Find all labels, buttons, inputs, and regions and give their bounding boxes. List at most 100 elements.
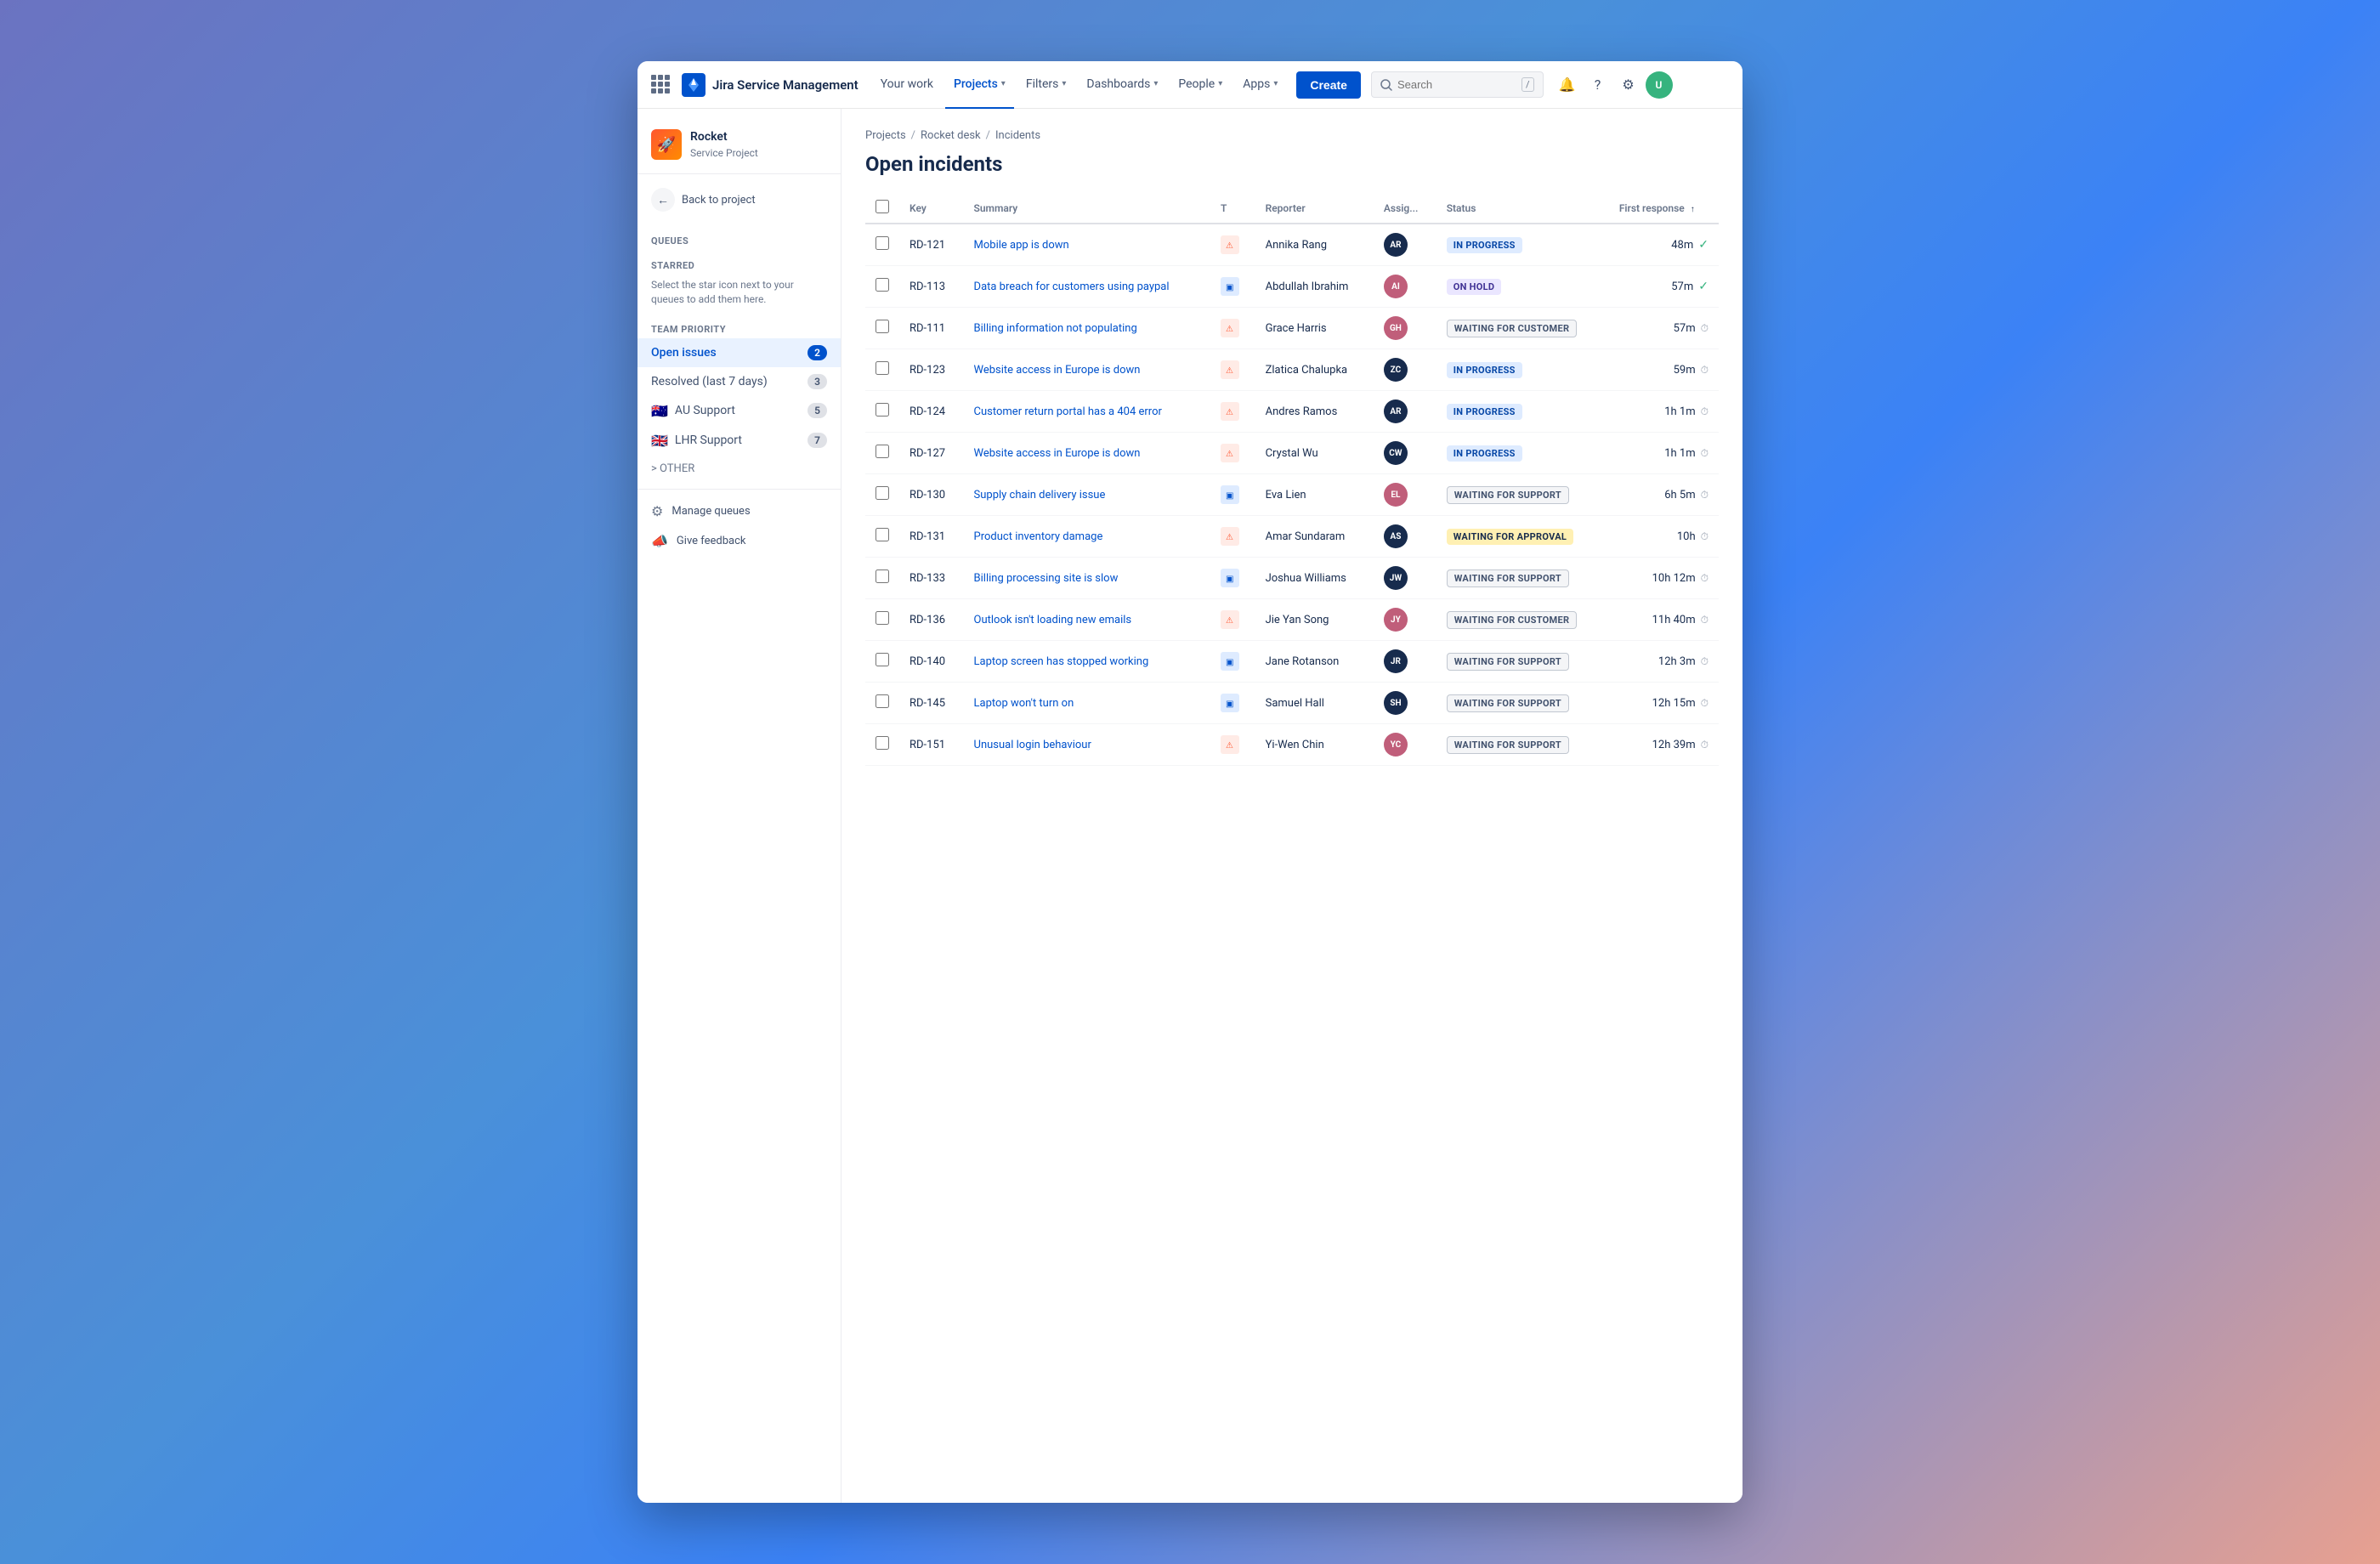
nav-filters[interactable]: Filters ▾ [1017, 61, 1075, 109]
project-type: Service Project [690, 147, 758, 159]
manage-queues-button[interactable]: ⚙ Manage queues [638, 496, 841, 526]
issue-reporter: Jane Rotanson [1255, 641, 1374, 683]
au-flag-icon: 🇦🇺 [651, 403, 668, 419]
time-value: 48m [1671, 239, 1693, 252]
issue-type-icon: ⚠ [1221, 360, 1239, 379]
row-checkbox[interactable] [876, 403, 889, 416]
search-shortcut: / [1522, 77, 1534, 92]
issue-reporter: Zlatica Chalupka [1255, 349, 1374, 391]
manage-queues-icon: ⚙ [651, 503, 663, 519]
time-cell: 12h 39m ⏱ [1619, 739, 1708, 751]
row-checkbox[interactable] [876, 736, 889, 750]
resolved-label: Resolved (last 7 days) [651, 375, 768, 388]
issue-type-icon: ⚠ [1221, 444, 1239, 462]
issue-key: RD-121 [899, 224, 964, 266]
row-checkbox[interactable] [876, 361, 889, 375]
nav-apps[interactable]: Apps ▾ [1234, 61, 1286, 109]
issue-type-icon: ⚠ [1221, 527, 1239, 546]
table-row: RD-151 Unusual login behaviour ⚠ Yi-Wen … [865, 724, 1719, 766]
col-reporter: Reporter [1255, 193, 1374, 224]
sidebar-item-au-support[interactable]: 🇦🇺 AU Support 5 [638, 396, 841, 426]
row-checkbox[interactable] [876, 528, 889, 541]
manage-queues-label: Manage queues [672, 505, 750, 518]
row-checkbox[interactable] [876, 236, 889, 250]
row-checkbox[interactable] [876, 320, 889, 333]
issue-summary-link[interactable]: Billing processing site is slow [974, 572, 1119, 585]
open-issues-badge: 2 [808, 345, 827, 360]
issue-summary-link[interactable]: Laptop screen has stopped working [974, 655, 1149, 668]
time-clock-icon: ⏱ [1701, 364, 1708, 377]
issue-summary-link[interactable]: Customer return portal has a 404 error [974, 405, 1162, 418]
sidebar-item-open-issues[interactable]: Open issues 2 [638, 338, 841, 367]
row-checkbox[interactable] [876, 611, 889, 625]
time-clock-icon: ⏱ [1701, 489, 1708, 502]
nav-projects[interactable]: Projects ▾ [945, 61, 1014, 109]
issue-summary-link[interactable]: Outlook isn't loading new emails [974, 614, 1132, 626]
row-checkbox[interactable] [876, 278, 889, 292]
nav-dashboards[interactable]: Dashboards ▾ [1078, 61, 1166, 109]
breadcrumb-rocket-desk[interactable]: Rocket desk [921, 129, 981, 142]
project-icon: 🚀 [651, 129, 682, 160]
sidebar-item-resolved[interactable]: Resolved (last 7 days) 3 [638, 367, 841, 396]
svg-text:⚠: ⚠ [1226, 408, 1233, 417]
select-all-checkbox[interactable] [876, 200, 889, 213]
nav-people[interactable]: People ▾ [1170, 61, 1231, 109]
col-first-response[interactable]: First response ↑ [1609, 193, 1719, 224]
issue-summary-link[interactable]: Supply chain delivery issue [974, 489, 1106, 502]
issue-summary-link[interactable]: Website access in Europe is down [974, 447, 1141, 460]
project-header: 🚀 Rocket Service Project [638, 122, 841, 174]
filters-chevron-icon: ▾ [1062, 79, 1066, 88]
assignee-avatar: JR [1384, 649, 1408, 673]
create-button[interactable]: Create [1296, 71, 1361, 99]
nav-your-work[interactable]: Your work [872, 61, 942, 109]
issue-summary-link[interactable]: Laptop won't turn on [974, 697, 1074, 710]
issue-summary-link[interactable]: Product inventory damage [974, 530, 1103, 543]
give-feedback-button[interactable]: 📣 Give feedback [638, 526, 841, 556]
settings-button[interactable]: ⚙ [1615, 71, 1642, 99]
svg-text:⚠: ⚠ [1226, 741, 1233, 751]
issue-summary-link[interactable]: Billing information not populating [974, 322, 1137, 335]
svg-text:▣: ▣ [1226, 700, 1233, 709]
table-body: RD-121 Mobile app is down ⚠ Annika Rang … [865, 224, 1719, 766]
table-row: RD-130 Supply chain delivery issue ▣ Eva… [865, 474, 1719, 516]
search-input[interactable] [1397, 78, 1516, 91]
help-button[interactable]: ? [1584, 71, 1612, 99]
row-checkbox[interactable] [876, 570, 889, 583]
search-box[interactable]: / [1371, 71, 1544, 98]
time-value: 12h 3m [1658, 655, 1696, 668]
assignee-avatar: SH [1384, 691, 1408, 715]
sidebar-other[interactable]: > OTHER [638, 456, 841, 482]
issue-summary-link[interactable]: Mobile app is down [974, 239, 1069, 252]
assignee-avatar: AR [1384, 233, 1408, 257]
issue-type-icon: ⚠ [1221, 402, 1239, 421]
back-to-project-button[interactable]: ← Back to project [638, 181, 841, 218]
time-value: 1h 1m [1664, 447, 1695, 460]
breadcrumb-projects[interactable]: Projects [865, 129, 906, 142]
row-checkbox[interactable] [876, 694, 889, 708]
status-badge: IN PROGRESS [1447, 404, 1522, 420]
table-row: RD-131 Product inventory damage ⚠ Amar S… [865, 516, 1719, 558]
issue-reporter: Abdullah Ibrahim [1255, 266, 1374, 308]
user-avatar[interactable]: U [1646, 71, 1673, 99]
issue-reporter: Samuel Hall [1255, 683, 1374, 724]
svg-text:▣: ▣ [1226, 575, 1233, 584]
lhr-flag-icon: 🇬🇧 [651, 433, 668, 449]
sidebar-item-lhr-support[interactable]: 🇬🇧 LHR Support 7 [638, 426, 841, 456]
issue-reporter: Annika Rang [1255, 224, 1374, 266]
app-switcher-icon[interactable] [651, 75, 672, 95]
table-row: RD-113 Data breach for customers using p… [865, 266, 1719, 308]
row-checkbox[interactable] [876, 486, 889, 500]
notifications-button[interactable]: 🔔 [1554, 71, 1581, 99]
issue-summary-link[interactable]: Website access in Europe is down [974, 364, 1141, 377]
issue-summary-link[interactable]: Data breach for customers using paypal [974, 280, 1170, 293]
au-support-badge: 5 [808, 403, 827, 418]
time-value: 1h 1m [1664, 405, 1695, 418]
issue-type-icon: ▣ [1221, 694, 1239, 712]
issue-summary-link[interactable]: Unusual login behaviour [974, 739, 1091, 751]
time-value: 57m [1671, 280, 1693, 293]
time-cell: 1h 1m ⏱ [1619, 447, 1708, 460]
row-checkbox[interactable] [876, 653, 889, 666]
row-checkbox[interactable] [876, 445, 889, 458]
table-row: RD-123 Website access in Europe is down … [865, 349, 1719, 391]
issue-type-icon: ▣ [1221, 277, 1239, 296]
